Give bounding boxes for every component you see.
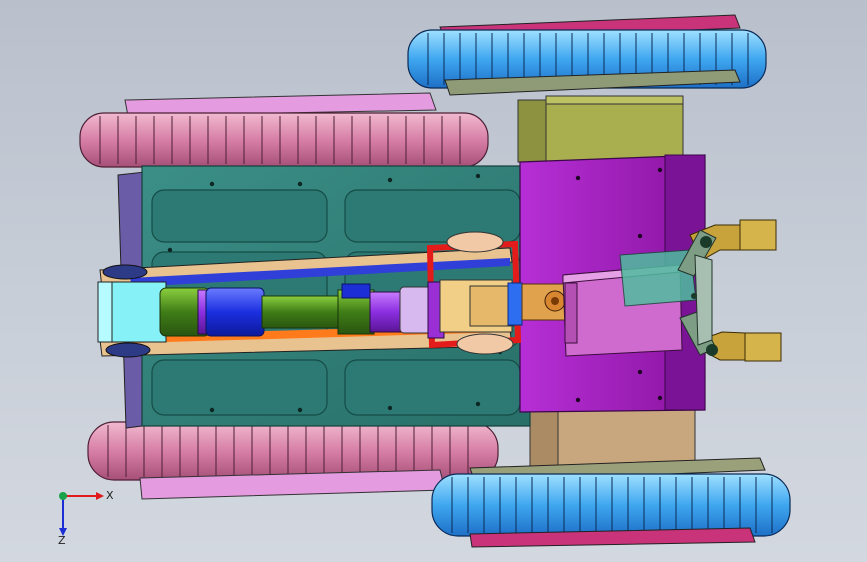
bolt <box>575 175 581 181</box>
bolt <box>167 247 173 253</box>
bolt <box>209 181 215 187</box>
bolt <box>475 401 481 407</box>
bolt <box>475 173 481 179</box>
bolt <box>297 181 303 187</box>
cad-viewport[interactable]: X Z <box>0 0 867 562</box>
robot-model[interactable] <box>0 0 867 562</box>
x-axis-label: X <box>106 489 114 502</box>
motor-box-top[interactable] <box>517 95 684 163</box>
bolt <box>297 407 303 413</box>
bolt <box>575 397 581 403</box>
axis-triad: X Z <box>58 489 114 546</box>
z-axis-arrow <box>59 496 67 536</box>
track-front-right[interactable] <box>407 14 767 96</box>
bolt <box>209 407 215 413</box>
bolt <box>657 167 663 173</box>
bolt <box>657 395 663 401</box>
bolt <box>387 177 393 183</box>
track-front-left[interactable] <box>79 92 489 168</box>
bolt <box>387 405 393 411</box>
motor-box-bottom[interactable] <box>529 409 696 469</box>
bolt <box>637 233 643 239</box>
x-axis-arrow <box>63 492 104 500</box>
z-axis-label: Z <box>58 534 66 546</box>
bolt <box>637 369 643 375</box>
track-rear-right[interactable] <box>431 457 791 548</box>
y-axis-point <box>59 492 67 500</box>
